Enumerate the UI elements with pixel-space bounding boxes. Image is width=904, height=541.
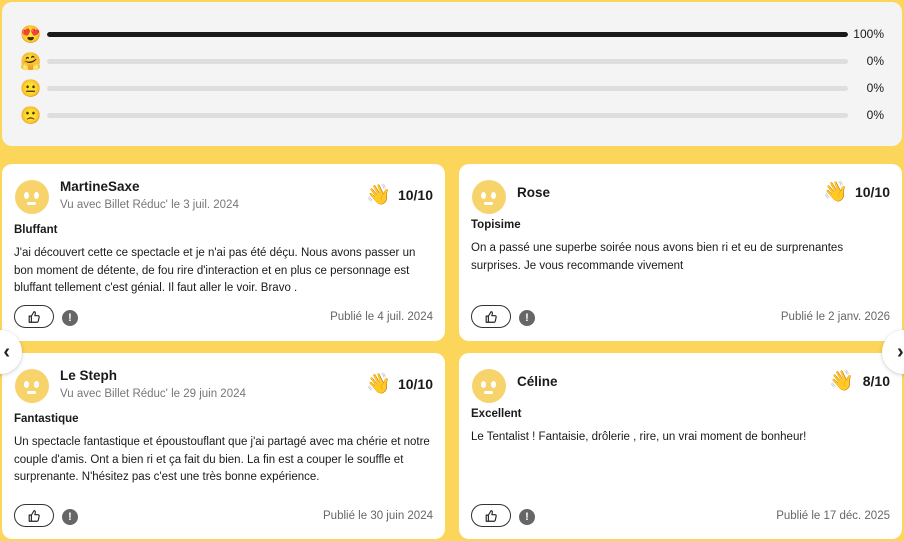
like-button[interactable]: [14, 305, 54, 328]
review-score: 10/10: [397, 376, 433, 392]
clapping-hand-icon: 👋: [823, 181, 848, 203]
like-button[interactable]: [471, 305, 511, 328]
avatar: [472, 369, 506, 403]
review-body: J'ai découvert cette ce spectacle et je …: [14, 247, 416, 294]
reviewer-name: Le Steph: [60, 368, 118, 383]
reviewer-name: Céline: [517, 374, 558, 389]
distribution-bar: [47, 113, 848, 118]
review-title: Excellent: [471, 408, 522, 420]
published-date: Publié le 4 juil. 2024: [330, 311, 433, 323]
review-body: Le Tentalist ! Fantaisie, drôlerie , rir…: [471, 431, 807, 443]
avatar: [15, 369, 49, 403]
distribution-percent: 0%: [866, 81, 884, 95]
review-score: 10/10: [397, 187, 433, 203]
review-card: MartineSaxe Vu avec Billet Réduc' le 3 j…: [2, 164, 445, 341]
reviewer-name: MartineSaxe: [60, 179, 140, 194]
published-date: Publié le 30 juin 2024: [323, 510, 433, 522]
review-meta: Vu avec Billet Réduc' le 3 juil. 2024: [60, 199, 239, 211]
distribution-row: 🤗 0%: [2, 51, 902, 73]
distribution-row: 😍 100%: [2, 24, 902, 46]
distribution-percent: 100%: [853, 27, 884, 41]
review-card: Céline 👋 8/10 Excellent Le Tentalist ! F…: [459, 353, 902, 539]
review-title: Topisime: [471, 219, 521, 231]
review-card: Rose 👋 10/10 Topisime On a passé une sup…: [459, 164, 902, 341]
distribution-bar: [47, 32, 848, 37]
hugging-emoji-icon: 🤗: [20, 52, 42, 71]
review-card: Le Steph Vu avec Billet Réduc' le 29 jui…: [2, 353, 445, 539]
reviewer-name: Rose: [517, 185, 551, 200]
thumbs-up-icon: [28, 310, 40, 323]
avatar: [15, 180, 49, 214]
like-button[interactable]: [14, 504, 54, 527]
distribution-percent: 0%: [866, 108, 884, 122]
distribution-percent: 0%: [866, 54, 884, 68]
report-icon[interactable]: !: [62, 310, 78, 326]
published-date: Publié le 17 déc. 2025: [776, 510, 890, 522]
heart-eyes-emoji-icon: 😍: [20, 25, 42, 44]
distribution-bar-fill: [47, 32, 848, 37]
thumbs-up-icon: [485, 509, 497, 522]
review-body: Un spectacle fantastique et époustouflan…: [14, 436, 430, 483]
review-body: On a passé une superbe soirée nous avons…: [471, 242, 844, 272]
thumbs-up-icon: [28, 509, 40, 522]
clapping-hand-icon: 👋: [366, 184, 391, 206]
report-icon[interactable]: !: [519, 310, 535, 326]
avatar: [472, 180, 506, 214]
review-meta: Vu avec Billet Réduc' le 29 juin 2024: [60, 388, 246, 400]
report-icon[interactable]: !: [62, 509, 78, 525]
review-title: Fantastique: [14, 413, 79, 425]
distribution-bar: [47, 86, 848, 91]
like-button[interactable]: [471, 504, 511, 527]
clapping-hand-icon: 👋: [366, 373, 391, 395]
clapping-hand-icon: 👋: [829, 370, 854, 392]
distribution-row: 😐 0%: [2, 78, 902, 100]
review-title: Bluffant: [14, 224, 58, 236]
neutral-emoji-icon: 😐: [20, 79, 42, 98]
thumbs-up-icon: [485, 310, 497, 323]
distribution-row: 🙁 0%: [2, 105, 902, 127]
review-score: 10/10: [854, 184, 890, 200]
review-score: 8/10: [862, 373, 890, 389]
distribution-bar: [47, 59, 848, 64]
report-icon[interactable]: !: [519, 509, 535, 525]
frowning-emoji-icon: 🙁: [20, 106, 42, 125]
published-date: Publié le 2 janv. 2026: [780, 311, 890, 323]
rating-distribution: 😍 100% 🤗 0% 😐 0% 🙁 0%: [2, 2, 902, 146]
